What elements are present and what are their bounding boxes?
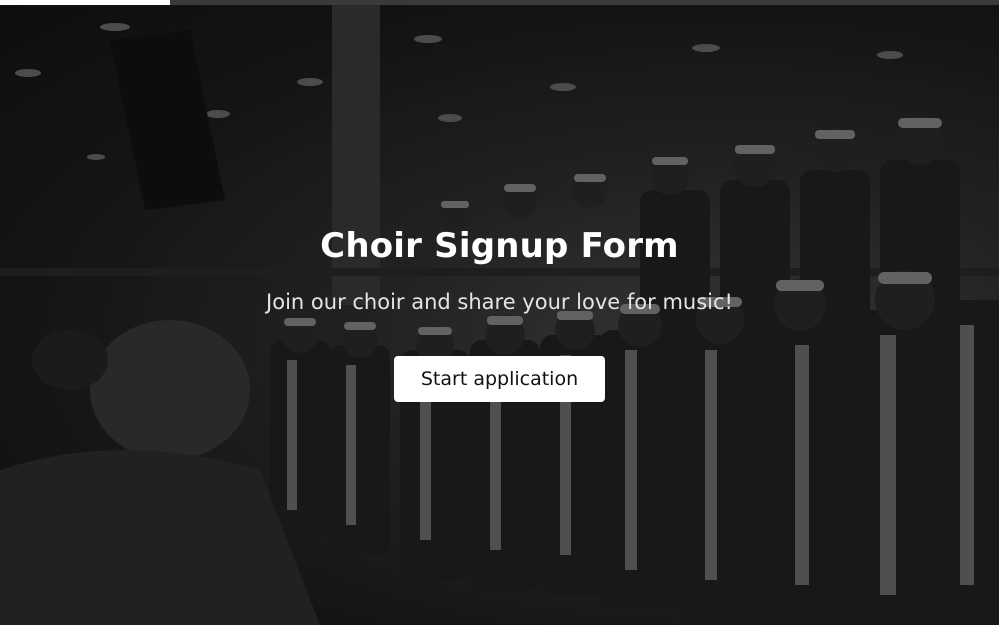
hero-section: Choir Signup Form Join our choir and sha… xyxy=(0,0,999,625)
page: Choir Signup Form Join our choir and sha… xyxy=(0,0,999,625)
progress-bar xyxy=(0,0,999,5)
start-application-button[interactable]: Start application xyxy=(394,356,605,402)
page-title: Choir Signup Form xyxy=(320,226,679,266)
progress-fill xyxy=(0,0,170,5)
page-subtitle: Join our choir and share your love for m… xyxy=(266,290,733,314)
